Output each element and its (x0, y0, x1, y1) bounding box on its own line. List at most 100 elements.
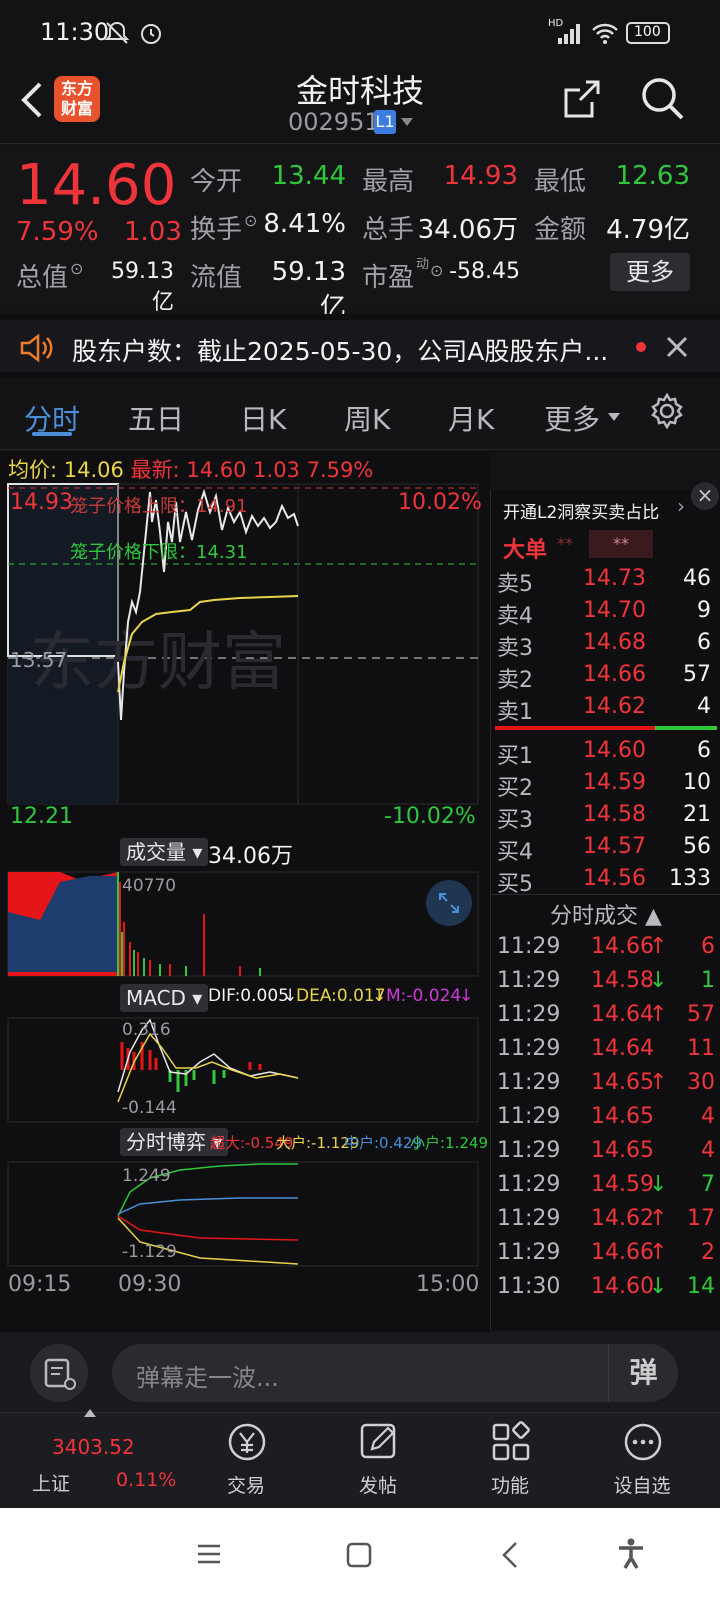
change-percent: 7.59% (16, 217, 99, 247)
tick-price: 14.59 (591, 1172, 654, 1197)
current-price: 14.60 (16, 153, 177, 218)
tick-row: 11:30 14.60 ↓ 14 (491, 1274, 720, 1308)
tick-time: 11:29 (497, 968, 561, 993)
ask-price: 14.62 (583, 694, 646, 719)
game-low: -1.129 (122, 1242, 177, 1262)
bid-level-label: 买4 (497, 840, 533, 865)
back-icon[interactable] (16, 78, 46, 122)
home-icon[interactable] (346, 1542, 372, 1568)
ask-row[interactable]: 卖5 14.73 46 (491, 566, 720, 598)
tab-more[interactable]: 更多 (544, 398, 600, 438)
tick-list[interactable]: 11:29 14.66 ↑ 6 11:29 14.58 ↓ 1 11:29 14.64 ↑ 57 11:… (491, 934, 720, 1330)
chevron-right-icon: › (677, 494, 685, 518)
logo-line2: 财富 (60, 99, 93, 118)
close-icon[interactable]: × (691, 482, 719, 510)
info-icon[interactable]: ⊙ (70, 259, 83, 278)
ask-level-label: 卖1 (497, 700, 533, 725)
search-icon[interactable] (638, 74, 686, 122)
bid-row[interactable]: 买2 14.59 10 (491, 770, 720, 802)
ask-volume: 6 (697, 630, 711, 655)
tick-row: 11:29 14.65 4 (491, 1138, 720, 1172)
ticks-title-row[interactable]: 分时成交 ▲ (491, 898, 720, 930)
pe-value: -58.45 (449, 259, 520, 284)
accessibility-icon[interactable] (616, 1538, 646, 1570)
tick-direction-icon: ↓ (649, 1274, 668, 1299)
game-high: 1.249 (122, 1166, 171, 1186)
mid-price-label: 13.57 (10, 648, 68, 672)
close-icon[interactable] (664, 334, 690, 360)
tick-volume: 4 (701, 1104, 715, 1129)
trade-button[interactable]: 交易 (186, 1413, 306, 1509)
info-icon[interactable]: ⊙ (244, 211, 257, 230)
settings-icon[interactable] (648, 392, 686, 430)
active-tab-indicator (32, 432, 72, 436)
bid-row[interactable]: 买1 14.60 6 (491, 738, 720, 770)
bid-row[interactable]: 买3 14.58 21 (491, 802, 720, 834)
ask-volume: 46 (683, 566, 711, 591)
functions-button[interactable]: 功能 (450, 1413, 570, 1509)
tick-time: 11:29 (497, 1172, 561, 1197)
tick-row: 11:29 14.65 ↑ 30 (491, 1070, 720, 1104)
tick-row: 11:29 14.62 ↑ 17 (491, 1206, 720, 1240)
buy-sell-ratio-bar (495, 726, 717, 730)
low-value: 12.63 (615, 161, 690, 191)
l2-prompt: 开通L2洞察买卖占比 (503, 503, 660, 523)
arrow-down-icon: ↓ (459, 986, 474, 1006)
intraday-chart[interactable]: 均价: 14.06 最新: 14.60 1.03 7.59% 东方财富 14.9… (0, 452, 490, 1332)
index-ticker[interactable]: 3403.52 上证 0.11% (30, 1409, 176, 1509)
caret-down-icon (401, 118, 413, 126)
tick-row: 11:29 14.58 ↓ 1 (491, 968, 720, 1002)
ask-row[interactable]: 卖3 14.68 6 (491, 630, 720, 662)
info-icon[interactable]: ⊙ (430, 261, 443, 280)
alarm-icon (141, 24, 161, 44)
tick-price: 14.64 (591, 1036, 654, 1061)
tab-weekly-k[interactable]: 周K (344, 398, 390, 438)
tab-daily-k[interactable]: 日K (240, 398, 286, 438)
tick-direction-icon: ↓ (649, 1172, 668, 1197)
tick-volume: 2 (701, 1240, 715, 1265)
comment-placeholder: 弹幕走一波... (136, 1364, 279, 1392)
more-button[interactable]: 更多 (610, 253, 690, 291)
sort-up-icon: ▲ (645, 904, 662, 929)
volume-tag: 成交量 (126, 840, 186, 864)
tick-row: 11:29 14.64 11 (491, 1036, 720, 1070)
comment-input[interactable]: 弹幕走一波... 弹 (112, 1344, 678, 1402)
game-small: 小户:1.249 (410, 1134, 488, 1152)
add-watchlist-button[interactable]: 设自选 (582, 1413, 702, 1509)
tick-price: 14.66 (591, 1240, 654, 1265)
tick-time: 11:29 (497, 1104, 561, 1129)
tab-monthly-k[interactable]: 月K (448, 398, 494, 438)
post-button[interactable]: 发帖 (318, 1413, 438, 1509)
macd-high: 0.316 (122, 1020, 171, 1040)
menu-icon[interactable] (196, 1542, 222, 1566)
ask-volume: 4 (697, 694, 711, 719)
tick-volume: 17 (687, 1206, 715, 1231)
expand-button[interactable] (426, 880, 472, 926)
post-label: 发帖 (358, 1475, 397, 1497)
bid-level-label: 买1 (497, 744, 533, 769)
danmu-toggle[interactable]: 弹 (608, 1344, 678, 1402)
tab-five-day[interactable]: 五日 (128, 398, 184, 438)
ask-row[interactable]: 卖4 14.70 9 (491, 598, 720, 630)
macd-indicator-selector[interactable]: MACD ▾ (120, 984, 209, 1012)
ask-row[interactable]: 卖1 14.62 4 (491, 694, 720, 726)
open-value: 13.44 (271, 161, 346, 191)
bid-row[interactable]: 买4 14.57 56 (491, 834, 720, 866)
volume-indicator-selector[interactable]: 成交量 ▾ (120, 838, 209, 866)
l2-promo[interactable]: 开通L2洞察买卖占比 › (491, 490, 720, 524)
watermark: 东方财富 (30, 626, 286, 698)
index-percent: 0.11% (116, 1469, 177, 1491)
note-button[interactable] (30, 1344, 88, 1402)
ask-price: 14.68 (583, 630, 646, 655)
status-bar: 11:30 HD 100 (0, 0, 720, 62)
ask-row[interactable]: 卖2 14.66 57 (491, 662, 720, 694)
bottom-price-label: 12.21 (10, 804, 73, 829)
bid-price: 14.59 (583, 770, 646, 795)
game-tag: 分时博弈 (126, 1130, 206, 1154)
top-percent-label: 10.02% (398, 490, 482, 515)
notice-bar[interactable]: 股东户数：截止2025-05-30，公司A股股东户... (0, 314, 720, 378)
tick-price: 14.58 (591, 968, 654, 993)
share-icon[interactable] (560, 76, 602, 122)
chart-tabs: 分时 五日 日K 周K 月K 更多 (0, 384, 720, 450)
back-nav-icon[interactable] (500, 1540, 520, 1570)
